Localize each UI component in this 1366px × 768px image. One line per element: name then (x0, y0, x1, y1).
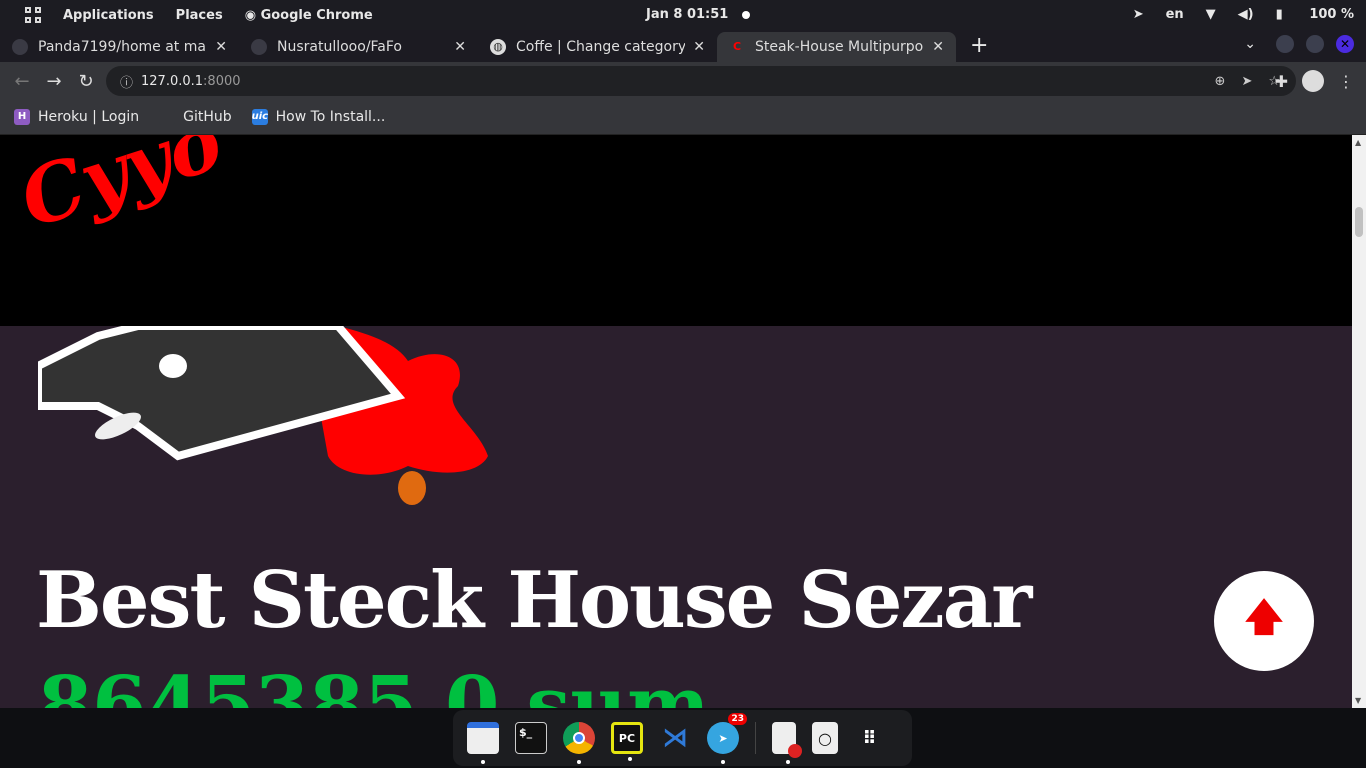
site-header: Cyyo (0, 135, 1352, 326)
show-apps-grid-icon[interactable]: ⠿ (854, 722, 886, 754)
browser-toolbar: ← → ↻ ⓘ 127.0.0.1:8000 ⊕ ➤ ☆ ✚ ⋮ (0, 62, 1366, 100)
bookmark-label: Heroku | Login (38, 109, 140, 125)
arrow-up-icon: 🡅 (1244, 594, 1284, 639)
telegram-icon[interactable]: ➤ 23 (707, 713, 747, 764)
battery-level: 100 % (1309, 7, 1354, 22)
system-top-bar: Applications Places ◉ Google Chrome Jan … (0, 0, 1366, 30)
heroku-icon: H (14, 109, 30, 125)
vscode-icon[interactable]: ⋊ (659, 722, 691, 754)
site-info-icon[interactable]: ⓘ (120, 72, 133, 91)
clock[interactable]: Jan 8 01:51 (646, 7, 728, 22)
system-tray[interactable]: ➤ en ▼ ◀) ▮ 100 % (1133, 7, 1354, 22)
maximize-button[interactable] (1306, 35, 1324, 53)
files-icon[interactable] (467, 722, 499, 764)
tab-title: Nusratullooo/FaFo (277, 39, 402, 55)
terminal-icon[interactable]: $_ (515, 722, 547, 754)
profile-avatar[interactable] (1302, 70, 1324, 92)
notification-dot (742, 11, 750, 19)
github-icon (159, 109, 176, 125)
pycharm-icon[interactable]: PC (611, 722, 643, 761)
chrome-icon[interactable] (563, 722, 595, 764)
tab-fafo[interactable]: Nusratullooo/FaFo ✕ (239, 32, 478, 62)
url-port: :8000 (203, 73, 241, 89)
page-scrollbar[interactable]: ▲ ▼ (1352, 135, 1366, 708)
active-app-menu[interactable]: ◉ Google Chrome (245, 8, 373, 23)
activities-grid-icon[interactable] (25, 7, 41, 23)
steakhouse-favicon: C (732, 40, 742, 53)
url-host: 127.0.0.1 (141, 73, 204, 89)
page-title: Best Steck House Sezar (36, 555, 1032, 646)
web-page: Cyyo Best Steck House Sezar 8645385.0 su… (0, 135, 1352, 708)
tab-title: Panda7199/home at main (38, 39, 208, 55)
back-button[interactable]: ← (6, 71, 38, 92)
text-editor-icon[interactable] (772, 722, 802, 764)
forward-button[interactable]: → (38, 71, 70, 92)
site-icon: uic (251, 109, 268, 125)
dock-bar: $_ PC ⋊ ➤ 23 ○ ⠿ (0, 708, 1366, 768)
reload-button[interactable]: ↻ (70, 71, 102, 92)
new-tab-button[interactable]: + (970, 33, 988, 58)
places-menu[interactable]: Places (176, 8, 223, 23)
scroll-up-arrow-icon[interactable]: ▲ (1355, 138, 1361, 147)
active-app-label: Google Chrome (260, 7, 373, 23)
cleaver-illustration (38, 326, 488, 505)
tab-panda-home[interactable]: Panda7199/home at main ✕ (0, 32, 239, 62)
github-icon (12, 39, 28, 55)
wifi-icon[interactable]: ▼ (1206, 7, 1216, 22)
telegram-tray-icon[interactable]: ➤ (1133, 7, 1144, 22)
close-tab-icon[interactable]: ✕ (454, 39, 466, 55)
tab-title: Coffe | Change category | Django (516, 39, 686, 55)
tab-search-chevron-icon[interactable]: ⌄ (1244, 36, 1256, 52)
price-text: 8645385.0 sum (38, 660, 710, 708)
bookmark-label: GitHub (183, 109, 232, 125)
close-window-button[interactable]: ✕ (1336, 35, 1354, 53)
bookmarks-bar: H Heroku | Login GitHub uic How To Install… (0, 100, 1366, 135)
telegram-badge: 23 (728, 713, 747, 725)
dock-separator (755, 722, 756, 754)
zoom-icon[interactable]: ⊕ (1215, 74, 1226, 89)
bookmark-github[interactable]: GitHub (159, 109, 232, 125)
applications-menu[interactable]: Applications (63, 8, 154, 23)
scroll-down-arrow-icon[interactable]: ▼ (1355, 696, 1361, 705)
tab-steak-house[interactable]: C Steak-House Multipurpose ✕ (717, 32, 956, 62)
close-tab-icon[interactable]: ✕ (932, 39, 944, 55)
close-tab-icon[interactable]: ✕ (215, 39, 227, 55)
keyboard-layout[interactable]: en (1166, 7, 1184, 22)
globe-icon: ◍ (490, 39, 506, 55)
screenshot-icon[interactable]: ○ (812, 722, 838, 754)
minimize-button[interactable] (1276, 35, 1294, 53)
send-icon[interactable]: ➤ (1241, 74, 1252, 89)
bookmark-heroku[interactable]: H Heroku | Login (14, 109, 139, 125)
bookmark-label: How To Install... (275, 109, 386, 125)
address-bar[interactable]: ⓘ 127.0.0.1:8000 ⊕ ➤ ☆ (106, 66, 1296, 96)
tab-coffe[interactable]: ◍ Coffe | Change category | Django ✕ (478, 32, 717, 62)
tab-strip: Panda7199/home at main ✕ Nusratullooo/FaF… (0, 30, 1366, 62)
scrollbar-thumb[interactable] (1355, 207, 1363, 237)
site-logo[interactable]: Cyyo (10, 135, 233, 246)
dock: $_ PC ⋊ ➤ 23 ○ ⠿ (453, 710, 912, 766)
menu-kebab-icon[interactable]: ⋮ (1338, 72, 1354, 91)
github-icon (251, 39, 267, 55)
close-tab-icon[interactable]: ✕ (693, 39, 705, 55)
extensions-icon[interactable]: ✚ (1275, 72, 1288, 91)
bookmark-how-to-install[interactable]: uic How To Install... (251, 109, 386, 125)
battery-status[interactable]: ▮ 100 % (1276, 7, 1354, 22)
volume-icon[interactable]: ◀) (1238, 7, 1254, 22)
scroll-to-top-button[interactable]: 🡅 (1214, 571, 1314, 671)
tab-title: Steak-House Multipurpose (755, 39, 925, 55)
